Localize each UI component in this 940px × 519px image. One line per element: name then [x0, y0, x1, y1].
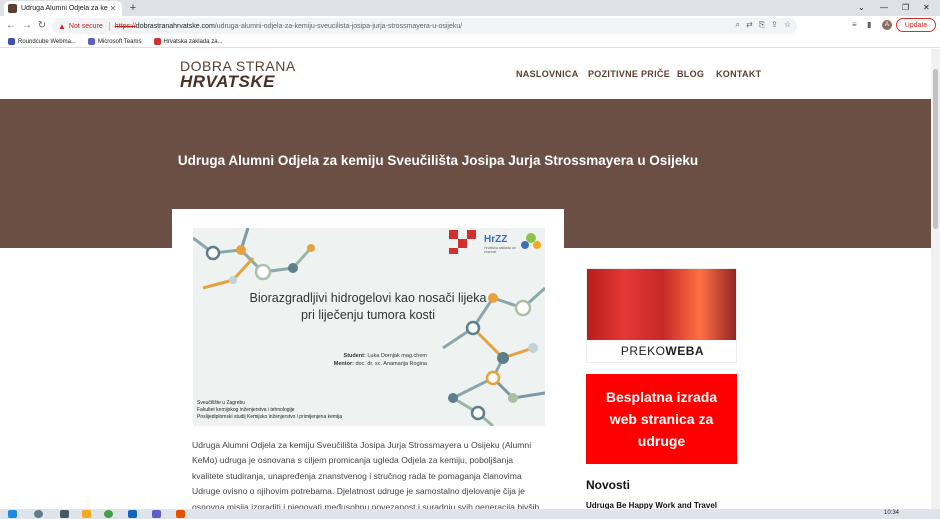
new-tab-icon[interactable]: +: [127, 1, 139, 15]
scroll-thumb[interactable]: [933, 69, 938, 229]
address-bar[interactable]: ▲ Not secure https:// dobrastranahrvatsk…: [52, 18, 797, 34]
prekoweba-ad[interactable]: PREKOWEBA: [586, 268, 737, 363]
zoom-icon[interactable]: ⌕: [736, 20, 740, 30]
url-scheme: https://: [114, 22, 136, 30]
divider: [108, 21, 110, 31]
chrome-icon[interactable]: [104, 510, 113, 518]
ad-label-part2: WEBA: [665, 344, 705, 358]
hrzz-wordmark: HrZZ: [484, 234, 508, 245]
tab-strip: Udruga Alumni Odjela za kemiju ✕ + ⌄ — ❐…: [0, 0, 940, 16]
outlook-icon[interactable]: [128, 510, 137, 518]
translate-icon[interactable]: ⇄: [746, 20, 753, 30]
ad2-text: Besplatna izrada web stranica za udruge: [605, 389, 718, 449]
tab-title: Udruga Alumni Odjela za kemiju: [21, 5, 108, 12]
ad-photo: [587, 269, 736, 340]
teams-icon: [87, 38, 95, 45]
bookmark-label: Microsoft Teams: [97, 38, 142, 45]
article-card: HrZZ Hrvatska zaklada za znanost Biorazg…: [172, 209, 564, 519]
student-line: Student: Luka Dornjak mag.chem: [297, 352, 427, 360]
tab-close-icon[interactable]: ✕: [108, 4, 118, 13]
bookmark-roundcube[interactable]: Roundcube Webma...: [8, 38, 76, 45]
task-view-icon[interactable]: [60, 510, 69, 518]
footer-line: Sveučilište u Zagrebu: [197, 400, 246, 406]
update-label: Update: [904, 21, 928, 29]
student-name: Luka Dornjak mag.chem: [367, 353, 427, 359]
featured-title: Biorazgradljivi hidrogelovi kao nosači l…: [249, 291, 487, 322]
start-icon[interactable]: [8, 510, 17, 518]
search-icon[interactable]: [34, 510, 43, 518]
free-websites-ad[interactable]: Besplatna izrada web stranica za udruge: [586, 374, 737, 464]
back-icon[interactable]: ←: [5, 19, 17, 33]
bookmark-teams[interactable]: Microsoft Teams: [87, 38, 142, 45]
nav-pozitivne-price[interactable]: POZITIVNE PRIČE: [588, 69, 670, 79]
bookmark-star-icon[interactable]: ☆: [784, 20, 791, 30]
featured-footer: Sveučilište u Zagrebu Fakultet kemijskog…: [197, 400, 342, 421]
browser-window: Udruga Alumni Odjela za kemiju ✕ + ⌄ — ❐…: [0, 0, 940, 519]
roundcube-icon: [8, 38, 15, 45]
hrzz-icon: [153, 38, 161, 45]
news-heading: Novosti: [586, 478, 631, 492]
nav-blog[interactable]: BLOG: [677, 69, 704, 79]
site-favicon-icon: [8, 4, 17, 13]
footer-line: Poslijediplomski studij Kemijsko inženje…: [197, 414, 343, 420]
url-path: /udruga-alumni-odjela-za-kemiju-sveucili…: [214, 22, 463, 30]
bookmark-label: Roundcube Webma...: [18, 38, 76, 45]
file-explorer-icon[interactable]: [82, 510, 91, 518]
nav-naslovnica[interactable]: NASLOVNICA: [516, 69, 579, 79]
profile-avatar[interactable]: A: [882, 20, 892, 30]
bookmark-hrzz[interactable]: Hrvatska zaklada za...: [153, 38, 223, 45]
page-scrollbar[interactable]: [931, 49, 940, 509]
bookmark-label: Hrvatska zaklada za...: [163, 38, 223, 45]
nav-kontakt[interactable]: KONTAKT: [716, 69, 761, 79]
mentor-name: doc. dr. sc. Anamarija Rogina: [355, 361, 427, 367]
os-taskbar: 10:34: [0, 509, 940, 519]
mentor-label: Mentor:: [333, 361, 354, 367]
ad-label: PREKOWEBA: [587, 344, 736, 358]
featured-credits: Student: Luka Dornjak mag.chem Mentor: d…: [297, 352, 427, 368]
url-host: dobrastranahrvatske.com: [135, 22, 215, 30]
browser-toolbar: ← → ↻ ▲ Not secure https:// dobrastranah…: [0, 16, 940, 36]
minimize-icon[interactable]: —: [880, 1, 888, 15]
close-window-icon[interactable]: ✕: [923, 1, 930, 15]
share-icon[interactable]: ⇪: [771, 20, 778, 30]
update-button[interactable]: Update: [896, 18, 936, 32]
article-body: Udruga Alumni Odjela za kemiju Sveučiliš…: [192, 440, 540, 512]
reload-icon[interactable]: ↻: [36, 19, 48, 33]
page-title: Udruga Alumni Odjela za kemiju Sveučiliš…: [177, 153, 699, 168]
bookmarks-bar: Roundcube Webma... Microsoft Teams Hrvat…: [0, 36, 940, 48]
clock[interactable]: 10:34: [884, 510, 899, 516]
featured-image: HrZZ Hrvatska zaklada za znanost Biorazg…: [193, 228, 545, 426]
not-secure-label[interactable]: Not secure: [69, 23, 103, 30]
side-panel-icon[interactable]: ▮: [867, 20, 871, 29]
hrzz-subtitle: Hrvatska zaklada za znanost: [484, 246, 516, 254]
install-icon[interactable]: ⎘: [759, 20, 765, 30]
app-icon[interactable]: [176, 510, 185, 518]
molecule-network-graphic: [193, 228, 545, 426]
restore-icon[interactable]: ❐: [902, 1, 909, 15]
teams-taskbar-icon[interactable]: [152, 510, 161, 518]
forward-icon[interactable]: →: [21, 19, 33, 33]
omnibox-actions: ⌕ ⇄ ⎘ ⇪ ☆: [736, 20, 791, 30]
site-header: DOBRA STRANA HRVATSKE NASLOVNICA POZITIV…: [0, 49, 931, 99]
site-logo-line2[interactable]: HRVATSKE: [180, 72, 275, 92]
mentor-line: Mentor: doc. dr. sc. Anamarija Rogina: [297, 360, 427, 368]
student-label: Student:: [343, 353, 366, 359]
footer-line: Fakultet kemijskog inženjerstva i tehnol…: [197, 407, 295, 413]
tab-search-icon[interactable]: ⌄: [858, 1, 865, 15]
browser-tab[interactable]: Udruga Alumni Odjela za kemiju ✕: [4, 1, 122, 16]
reading-list-icon[interactable]: ≡: [852, 20, 857, 29]
ad-label-part1: PREKO: [620, 344, 666, 358]
warning-icon: ▲: [58, 21, 66, 31]
